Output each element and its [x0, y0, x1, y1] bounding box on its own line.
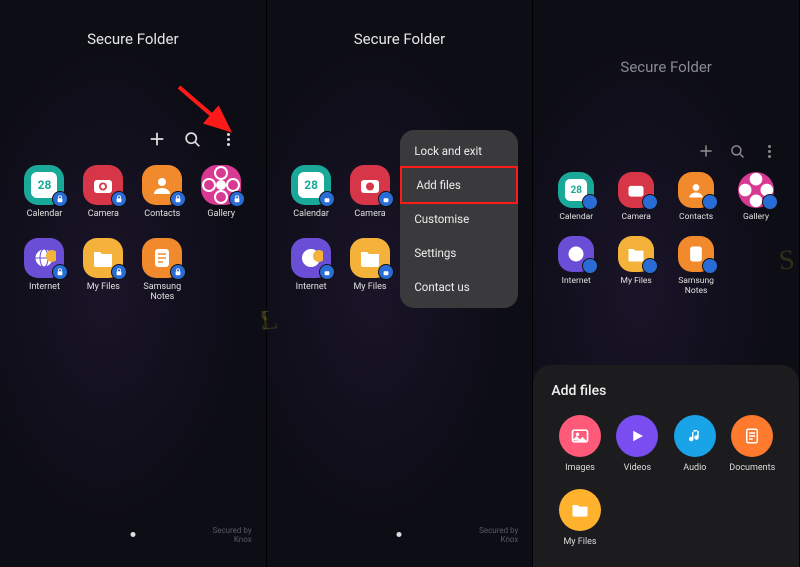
myfiles-icon	[83, 238, 123, 278]
sheet-myfiles[interactable]: My Files	[551, 489, 608, 547]
music-note-icon	[674, 415, 716, 457]
app-internet[interactable]: Internet	[285, 238, 338, 303]
secure-badge-icon	[170, 264, 186, 280]
app-internet[interactable]: Internet	[549, 236, 603, 296]
image-icon	[559, 415, 601, 457]
search-button[interactable]	[729, 142, 747, 160]
app-internet[interactable]: Internet	[18, 238, 71, 303]
sheet-label: Documents	[729, 463, 775, 473]
secure-badge-icon	[170, 191, 186, 207]
camera-icon	[350, 165, 390, 205]
page-title: Secure Folder	[533, 0, 799, 76]
gallery-icon	[201, 165, 241, 205]
menu-lock-exit[interactable]: Lock and exit	[400, 134, 518, 168]
secure-badge-icon	[111, 191, 127, 207]
folder-icon	[559, 489, 601, 531]
app-gallery[interactable]: Gallery	[195, 165, 248, 220]
menu-contact-us[interactable]: Contact us	[400, 270, 518, 304]
menu-customise[interactable]: Customise	[400, 202, 518, 236]
document-icon	[731, 415, 773, 457]
secured-by-label: Secured by Knox	[479, 527, 518, 545]
app-grid: 28 Calendar Camera Contacts	[0, 165, 266, 303]
app-notes[interactable]: Samsung Notes	[136, 238, 189, 303]
calendar-icon: 28	[291, 165, 331, 205]
sheet-label: My Files	[563, 537, 596, 547]
menu-add-files[interactable]: Add files	[400, 166, 518, 204]
app-label: Internet	[29, 283, 60, 293]
calendar-icon: 28	[24, 165, 64, 205]
app-camera[interactable]: Camera	[77, 165, 130, 220]
search-button[interactable]	[184, 130, 202, 148]
app-label: My Files	[87, 283, 120, 293]
panel-home: Secure Folder 28 Calendar	[0, 0, 267, 567]
overflow-menu: Lock and exit Add files Customise Settin…	[400, 130, 518, 308]
app-label: My Files	[353, 283, 386, 293]
sheet-title: Add files	[551, 383, 781, 399]
app-label: Calendar	[293, 210, 329, 220]
app-gallery[interactable]: Gallery	[729, 172, 783, 222]
secured-by-label: Secured by Knox	[212, 527, 251, 545]
sheet-images[interactable]: Images	[551, 415, 608, 473]
page-indicator	[397, 532, 402, 537]
add-button[interactable]	[697, 142, 715, 160]
internet-icon	[291, 238, 331, 278]
page-title: Secure Folder	[0, 0, 266, 48]
sheet-documents[interactable]: Documents	[724, 415, 781, 473]
more-button[interactable]	[220, 130, 238, 148]
menu-settings[interactable]: Settings	[400, 236, 518, 270]
app-myfiles[interactable]: My Files	[609, 236, 663, 296]
toolbar	[697, 142, 779, 160]
secure-badge-icon	[52, 191, 68, 207]
app-camera[interactable]: Camera	[344, 165, 397, 220]
app-myfiles[interactable]: My Files	[77, 238, 130, 303]
calendar-day: 28	[38, 178, 52, 192]
app-contacts[interactable]: Contacts	[136, 165, 189, 220]
secure-badge-icon	[52, 264, 68, 280]
secure-badge-icon	[229, 191, 245, 207]
app-calendar[interactable]: 28 Calendar	[285, 165, 338, 220]
app-notes[interactable]: Samsung Notes	[669, 236, 723, 296]
more-button[interactable]	[761, 142, 779, 160]
app-contacts[interactable]: Contacts	[669, 172, 723, 222]
add-button[interactable]	[148, 130, 166, 148]
app-label: Contacts	[144, 210, 180, 220]
sheet-audio[interactable]: Audio	[666, 415, 723, 473]
app-calendar[interactable]: 28 Calendar	[18, 165, 71, 220]
app-grid: 28Calendar Camera Contacts Gallery Inter…	[533, 172, 799, 296]
app-camera[interactable]: Camera	[609, 172, 663, 222]
panel-menu-open: Secure Folder 28 Calendar Camera Contact…	[267, 0, 534, 567]
secure-badge-icon	[111, 264, 127, 280]
notes-icon	[142, 238, 182, 278]
contacts-icon	[142, 165, 182, 205]
sheet-label: Images	[565, 463, 595, 473]
app-myfiles[interactable]: My Files	[344, 238, 397, 303]
app-label: Samsung Notes	[143, 283, 181, 303]
page-title: Secure Folder	[267, 0, 533, 48]
camera-icon	[83, 165, 123, 205]
app-label: Camera	[354, 210, 385, 220]
internet-icon	[24, 238, 64, 278]
app-label: Internet	[296, 283, 327, 293]
myfiles-icon	[350, 238, 390, 278]
app-calendar[interactable]: 28Calendar	[549, 172, 603, 222]
play-icon	[616, 415, 658, 457]
toolbar	[148, 130, 238, 148]
add-files-sheet: Add files Images Videos Audio Documents …	[533, 365, 799, 567]
sheet-label: Audio	[683, 463, 706, 473]
app-label: Calendar	[27, 210, 63, 220]
sheet-label: Videos	[624, 463, 652, 473]
sheet-videos[interactable]: Videos	[609, 415, 666, 473]
app-label: Camera	[88, 210, 119, 220]
app-label: Gallery	[207, 210, 235, 220]
panel-add-files-sheet: Secure Folder 28Calendar Camera Contacts…	[533, 0, 800, 567]
page-indicator	[130, 532, 135, 537]
